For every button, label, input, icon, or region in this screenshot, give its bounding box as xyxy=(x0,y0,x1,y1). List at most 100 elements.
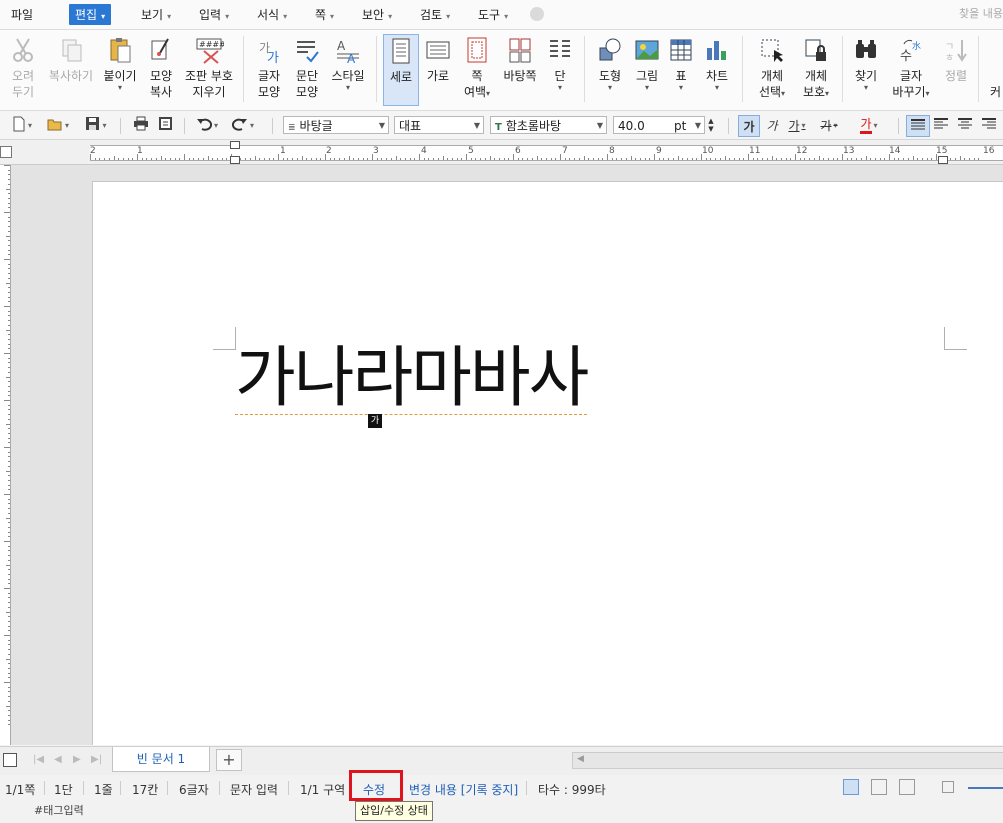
table-button[interactable]: 표 ▾ xyxy=(666,34,696,92)
italic-button[interactable]: 가 xyxy=(762,115,782,135)
align-justify-button[interactable] xyxy=(906,115,930,137)
first-line-indent-handle[interactable] xyxy=(230,141,240,149)
addon-icon[interactable] xyxy=(530,7,544,21)
menu-insert[interactable]: 입력 ▾ xyxy=(199,6,229,23)
search-input[interactable]: 찾을 내용 xyxy=(959,5,1003,21)
para-shape-button[interactable]: 문단 모양 xyxy=(290,34,324,100)
picture-button[interactable]: 그림 ▾ xyxy=(632,34,662,92)
align-right-button[interactable] xyxy=(978,115,1000,135)
ruler-tick xyxy=(216,158,218,160)
svg-text:ㅎ: ㅎ xyxy=(945,53,954,64)
scroll-left-icon[interactable]: ◀ xyxy=(577,754,584,764)
style-select[interactable]: ≣ 바탕글 ▼ xyxy=(283,116,389,134)
print-button[interactable] xyxy=(130,115,152,135)
undo-button[interactable]: ▾ xyxy=(192,115,222,135)
align-center-button[interactable] xyxy=(954,115,976,135)
horizontal-ruler[interactable]: 2 1 1 2 3 4 5 6 7 8 9 10 11 12 13 14 15 … xyxy=(90,141,1003,164)
new-document-button[interactable]: ▾ xyxy=(6,115,38,135)
strikethrough-button[interactable]: 가 ▾ xyxy=(816,115,842,135)
portrait-button[interactable]: 세로 xyxy=(383,34,419,106)
folder-open-icon xyxy=(47,117,63,134)
paste-label: 붙이기 xyxy=(103,69,137,83)
underline-button[interactable]: 가 ▾ xyxy=(784,115,810,135)
full-page-view-icon[interactable] xyxy=(899,779,915,795)
font-select[interactable]: T 함초롬바탕 ▼ xyxy=(490,116,607,134)
ruler-tick xyxy=(964,158,966,160)
ruler-tick xyxy=(6,611,10,613)
ruler-tick xyxy=(8,545,10,547)
normal-view-icon[interactable] xyxy=(843,779,859,795)
cut-button[interactable]: 오려 두기 xyxy=(6,34,40,100)
zoom-out-icon[interactable] xyxy=(942,781,954,793)
document-tab-bar: |◀ ◀ ▶ ▶| 빈 문서 1 + ◀ xyxy=(0,746,1003,776)
tab-type-icon[interactable] xyxy=(0,146,12,158)
menu-view[interactable]: 보기 ▾ xyxy=(141,6,171,23)
vertical-ruler[interactable] xyxy=(0,165,11,745)
font-size-input[interactable]: 40.0 pt ▼ xyxy=(613,116,705,134)
chart-button[interactable]: 차트 ▾ xyxy=(700,34,734,92)
landscape-button[interactable]: 가로 xyxy=(421,34,455,84)
ruler-tick xyxy=(320,158,322,160)
menu-review[interactable]: 검토 ▾ xyxy=(420,6,450,23)
menu-tools[interactable]: 도구 ▾ xyxy=(478,6,508,23)
insert-overwrite-toggle[interactable]: 수정 xyxy=(363,781,385,798)
status-page[interactable]: 1/1쪽 xyxy=(5,781,35,798)
copy-button[interactable]: 복사하기 xyxy=(46,34,96,84)
char-shape-button[interactable]: 가가 글자 모양 xyxy=(252,34,286,100)
chevron-down-icon: ▾ xyxy=(102,120,107,130)
document-text[interactable]: 가나라마바사 xyxy=(235,342,589,415)
menu-format[interactable]: 서식 ▾ xyxy=(257,6,287,23)
menu-file[interactable]: 파일 xyxy=(11,6,33,23)
shape-button[interactable]: 도형 ▾ xyxy=(592,34,628,92)
font-size-stepper[interactable]: ▲ ▼ xyxy=(704,115,718,135)
status-input-mode[interactable]: 문자 입력 xyxy=(230,781,278,798)
track-changes-status[interactable]: 변경 내용 [기록 중지] xyxy=(409,781,518,798)
next-tab-icon[interactable]: ▶ xyxy=(73,754,81,765)
menu-security[interactable]: 보안 ▾ xyxy=(362,6,392,23)
bold-button[interactable]: 가 xyxy=(738,115,760,137)
document-page[interactable]: 가나라마바사 가 xyxy=(92,181,1003,745)
format-copy-button[interactable]: 모양 복사 xyxy=(144,34,178,100)
ruler-tick xyxy=(846,158,848,160)
more-button[interactable]: 커 xyxy=(988,84,1003,100)
align-left-button[interactable] xyxy=(930,115,952,135)
ruler-tick xyxy=(8,555,10,557)
ruler-tick xyxy=(8,174,10,176)
erase-marks-button[interactable]: #### 조판 부호 지우기 xyxy=(182,34,236,100)
select-object-button[interactable]: 개체 선택▾ xyxy=(752,34,792,102)
sort-button[interactable]: ㄱㅎ 정렬 xyxy=(940,34,972,84)
redo-button[interactable]: ▾ xyxy=(228,115,258,135)
comment-icon[interactable] xyxy=(3,753,17,767)
language-select[interactable]: 대표 ▼ xyxy=(394,116,484,134)
prev-tab-icon[interactable]: ◀ xyxy=(54,754,62,765)
page-margins-button[interactable]: 쪽 여백▾ xyxy=(459,34,495,102)
font-color-button[interactable]: 가 ▾ xyxy=(852,115,886,135)
background-page-button[interactable]: 바탕쪽 xyxy=(500,34,540,84)
document-area[interactable]: 가나라마바사 가 xyxy=(0,165,1003,745)
left-indent-handle[interactable] xyxy=(230,156,240,164)
preview-button[interactable] xyxy=(154,115,176,135)
protect-object-button[interactable]: 개체 보호▾ xyxy=(797,34,835,102)
replace-button[interactable]: 수水 글자 바꾸기▾ xyxy=(886,34,936,102)
ruler-tick xyxy=(390,158,392,160)
ruler-tick xyxy=(555,158,557,160)
save-button[interactable]: ▾ xyxy=(80,115,112,135)
last-tab-icon[interactable]: ▶| xyxy=(91,754,102,765)
columns-button[interactable]: 단 ▾ xyxy=(544,34,576,92)
open-document-button[interactable]: ▾ xyxy=(42,115,74,135)
first-tab-icon[interactable]: |◀ xyxy=(33,754,44,765)
zoom-slider[interactable] xyxy=(968,787,1003,789)
style-button[interactable]: AA 스타일 ▾ xyxy=(328,34,368,92)
right-indent-handle[interactable] xyxy=(938,156,948,164)
tab-document-1[interactable]: 빈 문서 1 xyxy=(112,747,210,772)
fit-width-view-icon[interactable] xyxy=(871,779,887,795)
find-button[interactable]: 찾기 ▾ xyxy=(850,34,882,92)
tag-input[interactable]: #태그입력 xyxy=(34,802,84,818)
add-tab-button[interactable]: + xyxy=(216,749,242,771)
menu-edit[interactable]: 편집 ▾ xyxy=(69,4,112,25)
horizontal-scrollbar[interactable]: ◀ xyxy=(572,752,1003,769)
paste-button[interactable]: 붙이기 ▾ xyxy=(102,34,138,92)
menu-page[interactable]: 쪽 ▾ xyxy=(315,6,334,23)
ruler-tick xyxy=(423,158,425,160)
ruler-tick xyxy=(611,158,613,160)
